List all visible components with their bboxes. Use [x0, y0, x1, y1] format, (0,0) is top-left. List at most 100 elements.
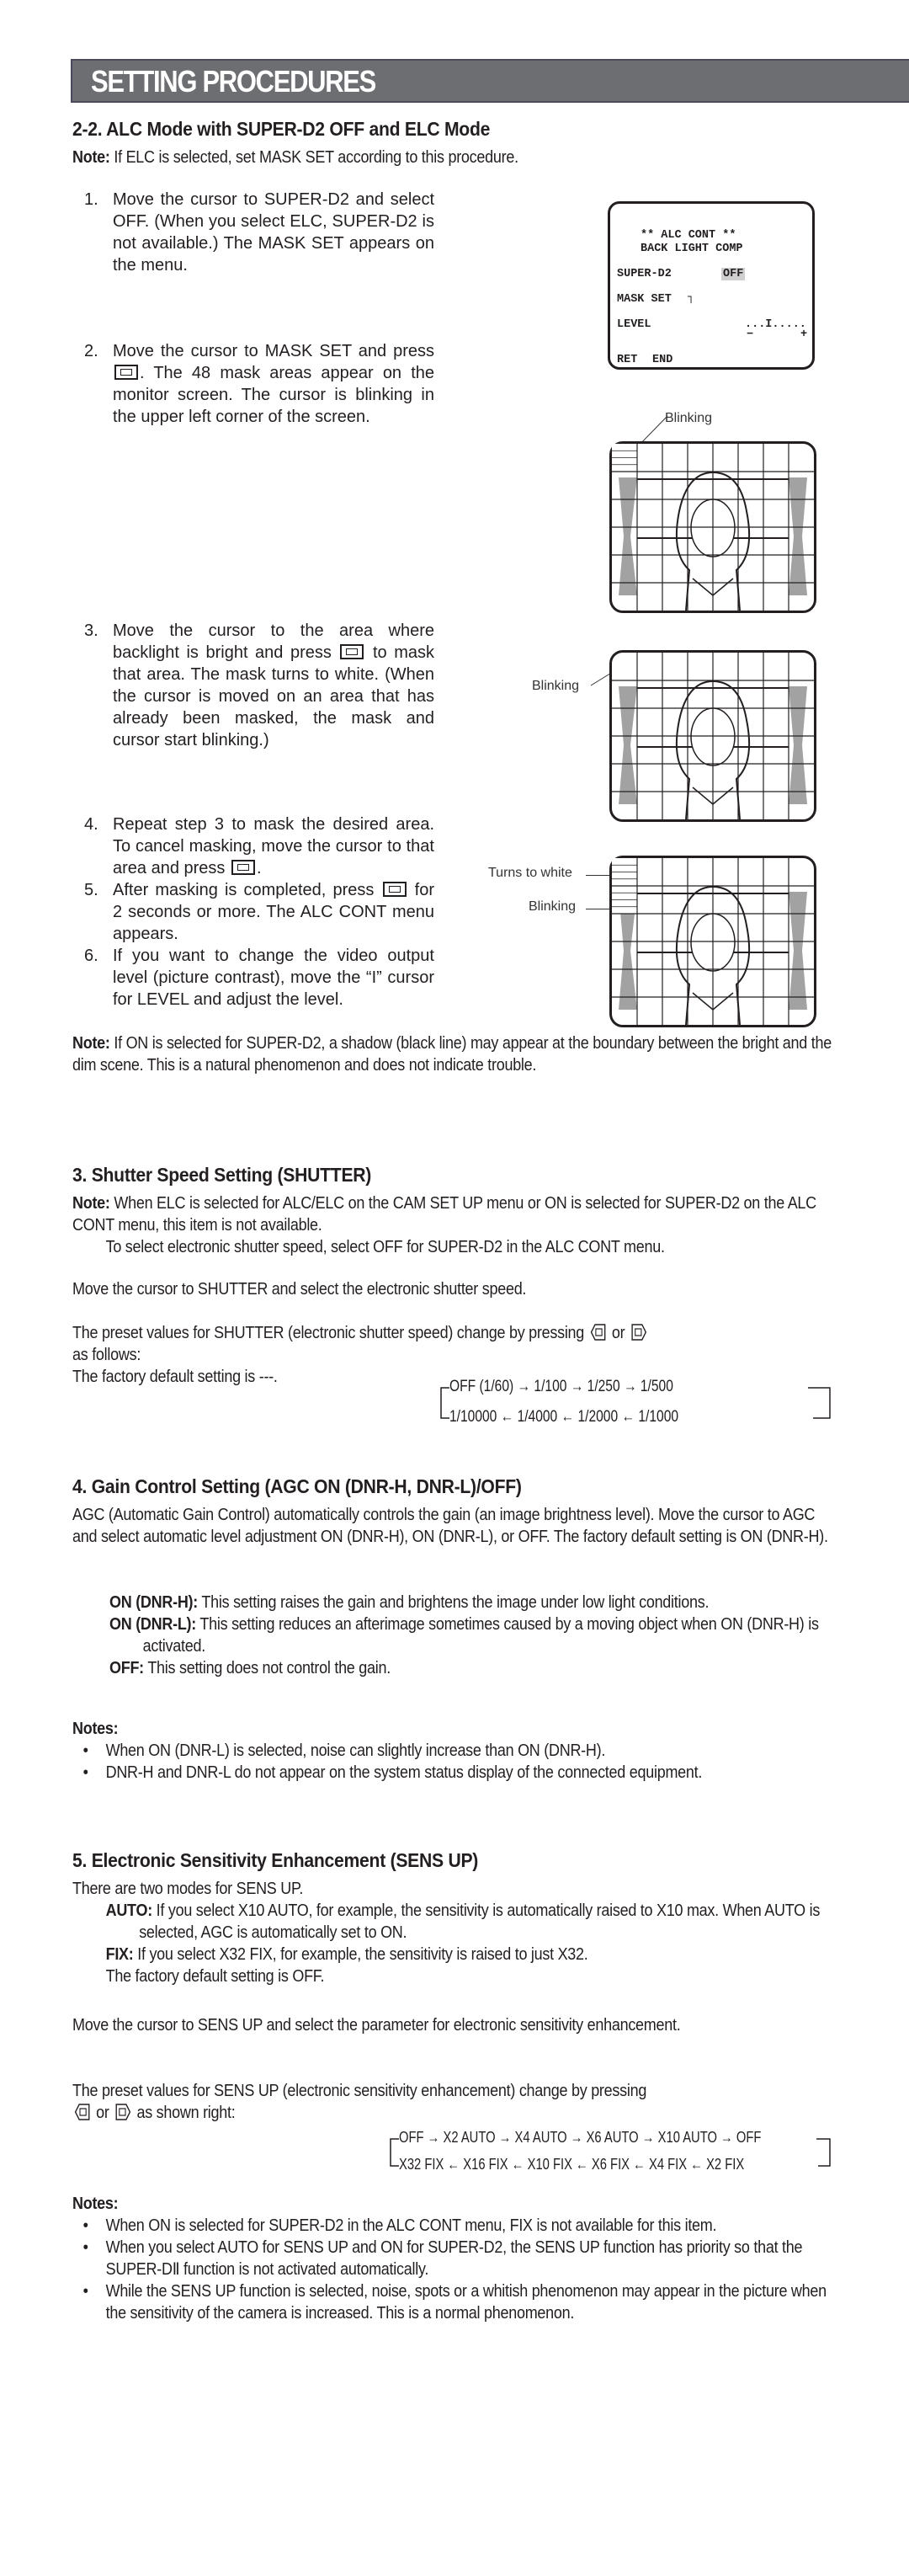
section-5-notes: Notes: When ON is selected for SUPER-D2 …: [72, 2193, 837, 2324]
arrow-right-icon: →: [619, 1378, 641, 1395]
arrow-right-icon: →: [513, 1378, 534, 1395]
para-text: or: [608, 1324, 630, 1342]
section-5-para-1: Move the cursor to SENS UP and select th…: [72, 2016, 681, 2035]
step-text: .: [256, 859, 262, 877]
note-text: If ELC is selected, set MASK SET accordi…: [109, 148, 518, 167]
left-arrow-button-icon: [590, 1324, 606, 1341]
monitor-figure-3: [609, 856, 816, 1027]
arrow-right-icon: →: [495, 2129, 515, 2146]
curtain-right: [789, 477, 807, 595]
osd-super-d2-label: SUPER-D2: [617, 268, 672, 280]
arrow-left-icon: ←: [444, 2156, 464, 2173]
notes-label: Notes:: [72, 2195, 119, 2213]
shutter-flow-top: OFF (1/60) → 1/100 → 1/250 → 1/500: [449, 1378, 673, 1396]
flow-value: OFF: [399, 2129, 424, 2146]
step-text: Repeat step 3 to mask the desired area. …: [113, 815, 434, 877]
set-button-icon: [231, 860, 255, 875]
fig2-blinking-label: Blinking: [532, 679, 580, 693]
step-text: Move the cursor to SUPER-D2 and select O…: [113, 190, 434, 275]
section-3-title: 3. Shutter Speed Setting (SHUTTER): [72, 1164, 372, 1186]
flow-value: 1/2000: [577, 1408, 619, 1426]
flow-value: X32 FIX: [399, 2156, 444, 2173]
right-arrow-button-icon: [631, 1324, 646, 1341]
osd-level-label: LEVEL: [617, 318, 651, 331]
step-2: 2. Move the cursor to MASK SET and press…: [84, 340, 434, 428]
note-text: If ON is selected for SUPER-D2, a shadow…: [72, 1034, 832, 1075]
flow-value: X2 FIX: [706, 2156, 745, 2173]
osd-ret: RET: [617, 354, 638, 366]
section-2-2-note-2: Note: If ON is selected for SUPER-D2, a …: [72, 1032, 837, 1076]
flow-value: X4 AUTO: [514, 2129, 567, 2146]
shutter-flow-diagram: OFF (1/60) → 1/100 → 1/250 → 1/500 1/100…: [438, 1378, 833, 1428]
section-2-2-title: 2-2. ALC Mode with SUPER-D2 OFF and ELC …: [72, 118, 491, 140]
mode-text: If you select X32 FIX, for example, the …: [133, 1945, 588, 1964]
section-2-2-note: Note: If ELC is selected, set MASK SET a…: [72, 147, 830, 168]
flow-value: X6 AUTO: [586, 2129, 639, 2146]
osd-mask-set-label: MASK SET: [617, 293, 672, 306]
curtain-right: [789, 892, 807, 1010]
section-5-para-2: The preset values for SENS UP (electroni…: [72, 2080, 837, 2124]
arrow-right-icon: →: [423, 2129, 444, 2146]
note-text: When ELC is selected for ALC/ELC on the …: [72, 1194, 816, 1235]
step-number: 1.: [84, 190, 98, 209]
option-dnr-l: ON (DNR-L): This setting reduces an afte…: [109, 1613, 837, 1657]
option-text: This setting raises the gain and brighte…: [198, 1593, 710, 1612]
arrow-right-icon: →: [566, 2129, 587, 2146]
para-text: or: [92, 2104, 114, 2122]
flow-value: 1/1000: [638, 1408, 679, 1426]
mode-auto: AUTO: If you select X10 AUTO, for exampl…: [72, 1900, 837, 1944]
flow-value: OFF: [736, 2129, 762, 2146]
step-number: 3.: [84, 621, 98, 640]
note-item: When ON (DNR-L) is selected, noise can s…: [72, 1740, 837, 1762]
para-text: The preset values for SENS UP (electroni…: [72, 2082, 647, 2100]
fig3-turns-white-label: Turns to white: [488, 866, 572, 880]
osd-level-plus: +: [800, 328, 808, 341]
flow-value: OFF (1/60): [449, 1378, 514, 1395]
flow-value: X10 AUTO: [657, 2129, 717, 2146]
note-item: DNR-H and DNR-L do not appear on the sys…: [72, 1762, 837, 1784]
option-text: This setting reduces an afterimage somet…: [142, 1615, 819, 1656]
set-button-icon: [114, 365, 138, 380]
curtain-left: [619, 477, 637, 595]
note-label: Note:: [72, 1034, 110, 1053]
mode-label: AUTO:: [105, 1901, 153, 1920]
osd-end: END: [652, 354, 673, 366]
osd-title-line2: BACK LIGHT COMP: [641, 243, 743, 255]
option-off: OFF: This setting does not control the g…: [109, 1657, 837, 1679]
set-button-icon: [382, 882, 407, 897]
intro-text: There are two modes for SENS UP.: [72, 1880, 304, 1898]
notes-label: Notes:: [72, 1720, 119, 1738]
note-item: When ON is selected for SUPER-D2 in the …: [72, 2215, 837, 2237]
step-5: 5. After masking is completed, press for…: [84, 879, 434, 945]
curtain-left: [619, 686, 637, 804]
arrow-left-icon: ←: [618, 1408, 639, 1426]
osd-level-minus: −: [747, 328, 754, 341]
section-3-para-1: Move the cursor to SHUTTER and select th…: [72, 1280, 527, 1299]
flow-value: 1/250: [587, 1378, 620, 1395]
monitor-figure-2: [609, 650, 816, 822]
step-1: 1. Move the cursor to SUPER-D2 and selec…: [84, 189, 434, 276]
page-title: SETTING PROCEDURES: [91, 64, 376, 99]
section-5-intro: There are two modes for SENS UP. AUTO: I…: [72, 1878, 837, 1987]
step-number: 4.: [84, 815, 98, 834]
shutter-flow-bottom: 1/10000 ← 1/4000 ← 1/2000 ← 1/1000: [449, 1408, 678, 1427]
para-text: The preset values for SHUTTER (electroni…: [72, 1324, 588, 1342]
flow-value: X10 FIX: [527, 2156, 572, 2173]
step-3: 3. Move the cursor to the area where bac…: [84, 620, 434, 751]
arrow-left-icon: ←: [508, 2156, 528, 2173]
curtain-right: [789, 686, 807, 804]
osd-level-scale: ...I.....: [745, 318, 806, 331]
option-label: ON (DNR-L):: [109, 1615, 197, 1634]
flow-value: 1/500: [640, 1378, 673, 1395]
mode-fix: FIX: If you select X32 FIX, for example,…: [72, 1944, 837, 1965]
arrow-left-icon: ←: [497, 1408, 518, 1426]
default-text: The factory default setting is OFF.: [105, 1967, 325, 1986]
step-number: 5.: [84, 881, 98, 899]
flow-value: X6 FIX: [591, 2156, 630, 2173]
monitor-figure-1: [609, 441, 816, 613]
set-button-icon: [340, 644, 364, 659]
mask-grid: [612, 444, 814, 611]
fig3-blinking-label: Blinking: [529, 899, 577, 914]
mode-label: FIX:: [105, 1945, 134, 1964]
flow-value: 1/100: [534, 1378, 567, 1395]
